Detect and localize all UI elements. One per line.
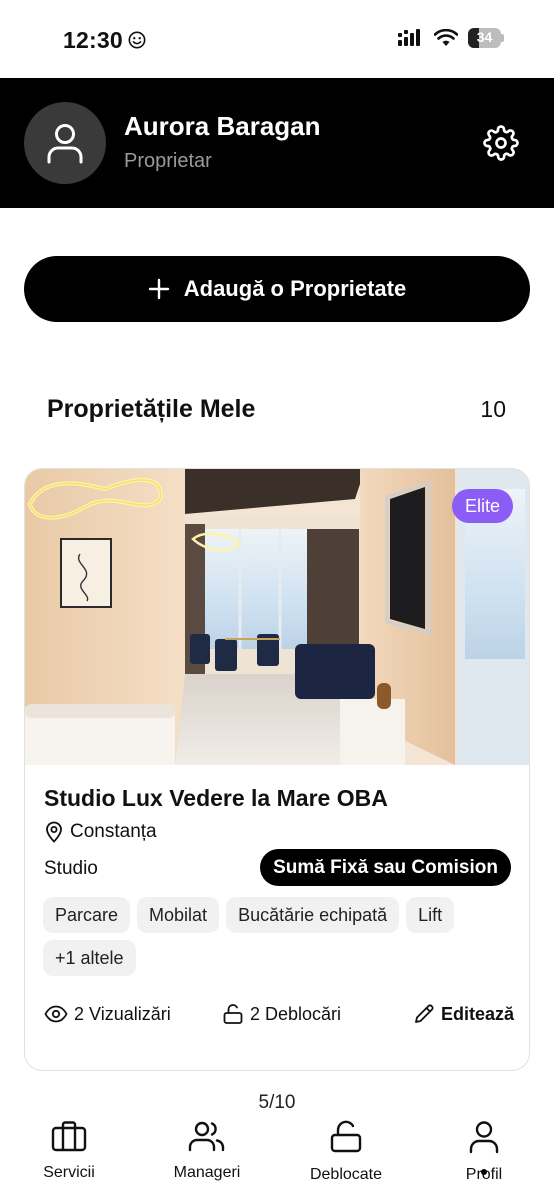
property-title: Studio Lux Vedere la Mare OBA [44, 785, 388, 811]
amenity-chip: Bucătărie echipată [226, 897, 400, 933]
property-card[interactable]: Elite Studio Lux Vedere la Mare OBA Cons… [24, 468, 530, 1071]
nav-item-profil[interactable]: Profil [429, 1120, 539, 1184]
location-text: Constanța [70, 821, 157, 842]
status-indicators: 34 [398, 28, 504, 48]
users-icon [188, 1121, 225, 1152]
settings-button[interactable] [482, 124, 520, 162]
amenity-chip: Mobilat [137, 897, 220, 933]
nav-item-servicii[interactable]: Servicii [14, 1120, 124, 1182]
eye-icon [44, 1005, 68, 1023]
status-bar: 12:30 34 [0, 0, 554, 78]
briefcase-icon [51, 1121, 87, 1152]
status-time: 12:30 [63, 27, 123, 53]
unlock-icon [330, 1120, 362, 1153]
edit-button[interactable]: Editează [413, 1003, 514, 1025]
nav-label: Manageri [173, 1164, 241, 1181]
unlocks-text: 2 Deblocări [250, 1003, 342, 1024]
user-role: Proprietar [124, 150, 212, 172]
property-type: Studio [44, 858, 98, 879]
property-stats: 2 Vizualizări 2 Deblocări Editează [44, 1000, 514, 1028]
pricing-badge: Sumă Fixă sau Comision [260, 849, 511, 886]
views-text: 2 Vizualizări [74, 1003, 171, 1024]
bottom-navigation: Servicii Manageri Deblocate Profil [0, 1114, 554, 1199]
battery-icon: 34 [468, 28, 504, 48]
profile-header: Aurora Baragan Proprietar [0, 78, 554, 208]
property-count: 10 [480, 396, 506, 422]
battery-level: 34 [476, 29, 493, 45]
user-name: Aurora Baragan [124, 111, 321, 141]
smiley-icon [128, 31, 146, 49]
pencil-icon [415, 1004, 434, 1023]
nav-item-manageri[interactable]: Manageri [152, 1120, 262, 1182]
active-indicator-dot [481, 1169, 487, 1175]
amenity-chip: Lift [406, 897, 455, 933]
amenities-list: Parcare Mobilat Bucătărie echipată Lift … [43, 897, 513, 976]
nav-label: Deblocate [309, 1166, 383, 1183]
property-location: Constanța [44, 821, 157, 843]
section-title: Proprietățile Mele [47, 395, 256, 423]
map-pin-icon [46, 821, 62, 843]
gear-icon [483, 125, 519, 161]
plus-icon [148, 278, 169, 300]
more-amenities-chip[interactable]: +1 altele [43, 940, 136, 976]
property-photo[interactable]: Elite [25, 469, 529, 765]
user-icon [469, 1121, 499, 1154]
nav-label: Servicii [43, 1164, 95, 1181]
page-indicator: 5/10 [258, 1092, 296, 1113]
cellular-signal-icon [398, 29, 420, 46]
amenity-chip: Parcare [43, 897, 131, 933]
wifi-icon [434, 29, 458, 46]
nav-item-deblocate[interactable]: Deblocate [291, 1120, 401, 1184]
views-stat: 2 Vizualizări [44, 1004, 171, 1025]
add-property-button[interactable]: Adaugă o Proprietate [24, 256, 530, 322]
unlocks-stat: 2 Deblocări [222, 1003, 341, 1025]
elite-badge: Elite [451, 489, 513, 523]
unlock-icon [223, 1004, 243, 1024]
avatar[interactable] [24, 102, 106, 184]
edit-label: Editează [440, 1003, 514, 1024]
user-icon [47, 124, 83, 164]
add-property-label: Adaugă o Proprietate [183, 276, 407, 301]
